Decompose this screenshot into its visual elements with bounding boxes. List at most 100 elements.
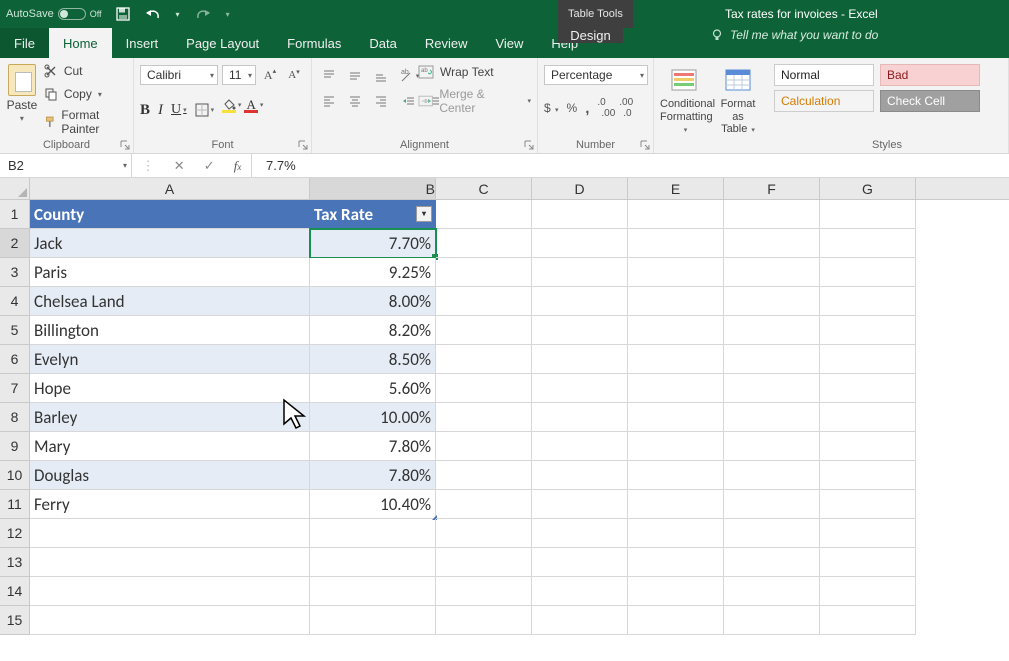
cell[interactable] (532, 403, 628, 432)
cell[interactable] (436, 490, 532, 519)
orientation-button[interactable]: ab▾ (398, 65, 420, 87)
cell[interactable] (532, 287, 628, 316)
cell[interactable] (436, 200, 532, 229)
decrease-font-icon[interactable]: A▾ (284, 65, 304, 85)
tell-me-search[interactable]: Tell me what you want to do (710, 28, 878, 42)
tab-review[interactable]: Review (411, 28, 482, 58)
dialog-launcher-icon[interactable] (523, 139, 535, 151)
cell[interactable] (628, 258, 724, 287)
cell[interactable] (724, 461, 820, 490)
cell[interactable] (532, 490, 628, 519)
cell[interactable] (310, 577, 436, 606)
cancel-formula-icon[interactable]: ✕ (174, 158, 185, 174)
filter-dropdown-icon[interactable]: ▾ (416, 206, 432, 222)
decrease-decimal-button[interactable]: .00.0 (619, 97, 633, 119)
cell[interactable] (30, 519, 310, 548)
cell[interactable] (628, 577, 724, 606)
row-header[interactable]: 1 (0, 200, 30, 229)
cell[interactable]: 8.50% (310, 345, 436, 374)
cell[interactable] (436, 345, 532, 374)
row-header[interactable]: 9 (0, 432, 30, 461)
row-header[interactable]: 14 (0, 577, 30, 606)
cell[interactable] (820, 432, 916, 461)
align-top-icon[interactable] (318, 65, 340, 87)
enter-formula-icon[interactable]: ✓ (204, 158, 215, 174)
cell[interactable] (628, 432, 724, 461)
cell[interactable] (30, 577, 310, 606)
cell[interactable] (820, 519, 916, 548)
cell[interactable] (820, 316, 916, 345)
column-header-A[interactable]: A (30, 178, 310, 199)
cell[interactable] (724, 519, 820, 548)
cell[interactable] (532, 316, 628, 345)
cell[interactable] (436, 258, 532, 287)
tab-design[interactable]: Design (558, 28, 623, 43)
cell[interactable] (532, 229, 628, 258)
font-size-combo[interactable]: 11▾ (222, 65, 256, 85)
cell[interactable] (820, 200, 916, 229)
cell[interactable]: Evelyn (30, 345, 310, 374)
cell[interactable] (628, 490, 724, 519)
conditional-formatting-button[interactable]: Conditional Formatting ▾ (660, 64, 710, 136)
fill-color-button[interactable]: ▾ (222, 99, 236, 121)
cell[interactable] (310, 606, 436, 635)
worksheet-grid[interactable]: A B C D E F G 1CountyTax Rate▾2Jack7.70%… (0, 178, 1009, 661)
column-header-F[interactable]: F (724, 178, 820, 199)
redo-icon[interactable] (194, 7, 212, 21)
tab-insert[interactable]: Insert (112, 28, 173, 58)
cell[interactable] (436, 403, 532, 432)
cell[interactable] (820, 374, 916, 403)
cell[interactable] (532, 577, 628, 606)
cell[interactable] (724, 374, 820, 403)
decrease-indent-icon[interactable] (398, 91, 420, 113)
cell[interactable] (724, 432, 820, 461)
qat-customize-icon[interactable]: ▾ (226, 10, 230, 19)
row-header[interactable]: 6 (0, 345, 30, 374)
align-right-icon[interactable] (370, 90, 392, 112)
cell[interactable] (436, 577, 532, 606)
dialog-launcher-icon[interactable] (119, 139, 131, 151)
row-header[interactable]: 13 (0, 548, 30, 577)
cell[interactable] (724, 258, 820, 287)
cell[interactable]: Barley (30, 403, 310, 432)
font-name-combo[interactable]: Calibri▾ (140, 65, 218, 85)
cell[interactable] (436, 606, 532, 635)
undo-dropdown-icon[interactable]: ▾ (176, 10, 180, 19)
cell[interactable] (532, 200, 628, 229)
cell[interactable] (30, 548, 310, 577)
cell[interactable]: Douglas (30, 461, 310, 490)
cell[interactable] (628, 316, 724, 345)
formula-input[interactable]: 7.7% (252, 154, 1009, 177)
undo-icon[interactable] (144, 7, 162, 21)
paste-button[interactable]: Paste ▾ (6, 62, 38, 136)
borders-button[interactable]: ▾ (195, 103, 215, 117)
cell[interactable] (628, 200, 724, 229)
cell[interactable] (532, 374, 628, 403)
cell[interactable] (820, 287, 916, 316)
cell-style-bad[interactable]: Bad (880, 64, 980, 86)
tab-home[interactable]: Home (49, 28, 112, 58)
cell[interactable] (628, 403, 724, 432)
cell[interactable] (820, 258, 916, 287)
column-header-D[interactable]: D (532, 178, 628, 199)
cell-style-check-cell[interactable]: Check Cell (880, 90, 980, 112)
cell[interactable] (436, 461, 532, 490)
cell[interactable] (820, 548, 916, 577)
cell[interactable] (532, 432, 628, 461)
increase-decimal-button[interactable]: .0.00 (597, 97, 611, 119)
cell[interactable] (310, 548, 436, 577)
tab-data[interactable]: Data (355, 28, 410, 58)
row-header[interactable]: 12 (0, 519, 30, 548)
cell[interactable] (820, 403, 916, 432)
cell[interactable]: Paris (30, 258, 310, 287)
cell[interactable] (532, 345, 628, 374)
row-header[interactable]: 4 (0, 287, 30, 316)
cell[interactable]: 8.20% (310, 316, 436, 345)
cell[interactable] (628, 519, 724, 548)
cell[interactable] (628, 345, 724, 374)
cell[interactable] (724, 345, 820, 374)
format-as-table-button[interactable]: Format as Table ▾ (716, 64, 760, 136)
cell[interactable] (532, 258, 628, 287)
column-header-B[interactable]: B (310, 178, 436, 199)
cell[interactable] (628, 229, 724, 258)
